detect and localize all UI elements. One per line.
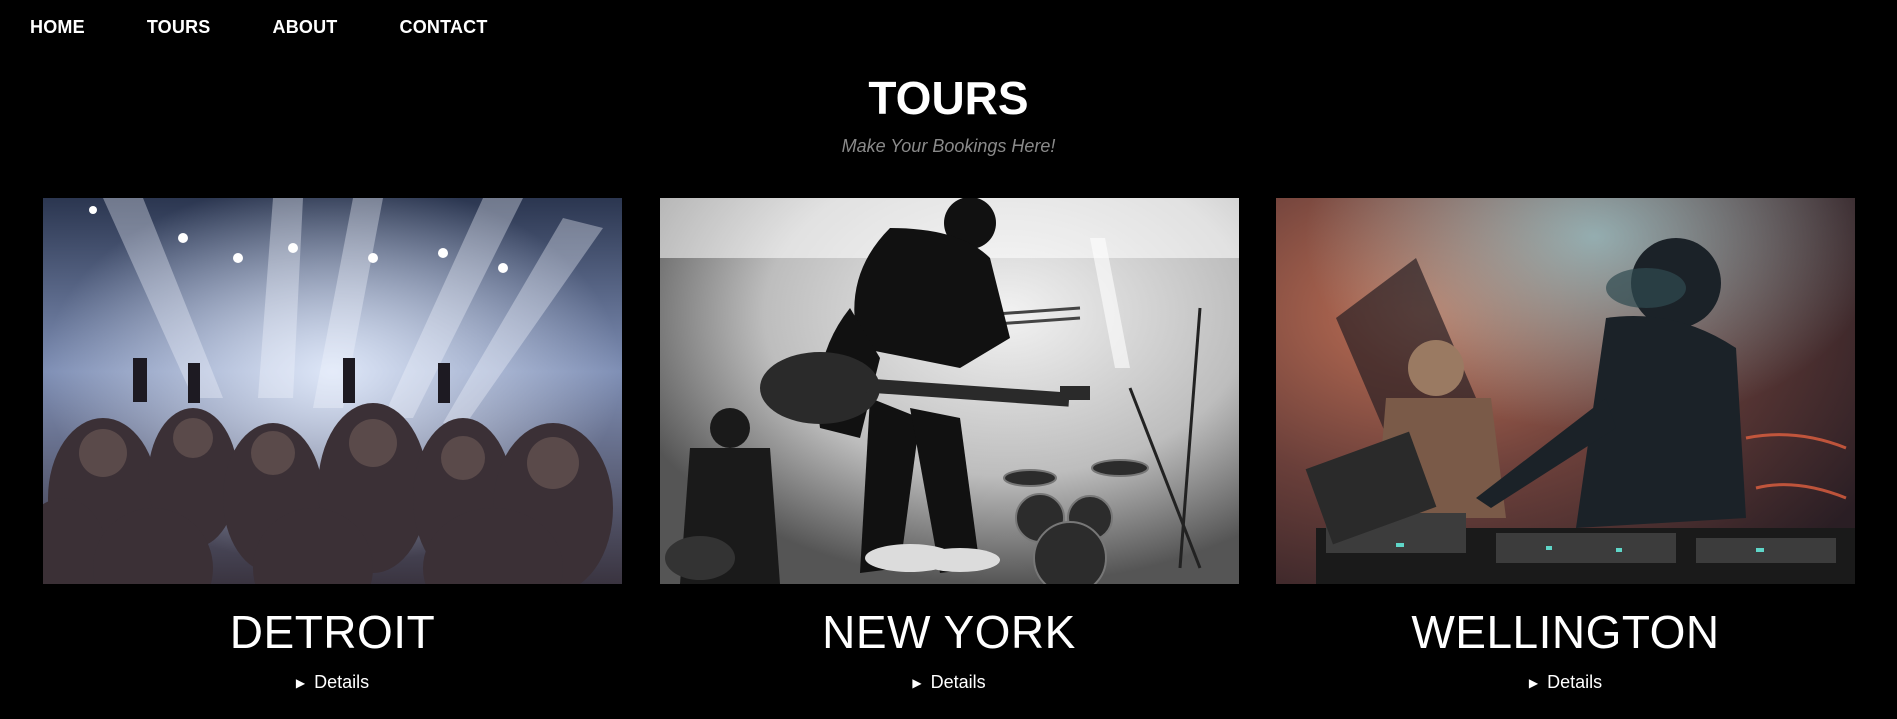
tour-cards: DETROIT ▶ Details NEW YORK ▶ Details WEL…: [43, 198, 1855, 693]
dj-performance-image: [1276, 198, 1855, 584]
details-label: Details: [314, 672, 370, 692]
page: HOME TOURS ABOUT CONTACT TOURS Make Your…: [0, 0, 1897, 719]
tour-city-new-york: NEW YORK: [822, 606, 1076, 658]
tour-card-wellington: WELLINGTON ▶ Details: [1276, 198, 1855, 693]
details-toggle-new-york[interactable]: ▶ Details: [912, 672, 985, 693]
guitarist-stage-image: [659, 198, 1239, 584]
tour-city-wellington: WELLINGTON: [1411, 606, 1720, 658]
tour-card-detroit: DETROIT ▶ Details: [43, 198, 622, 693]
triangle-right-icon: ▶: [295, 675, 306, 690]
top-nav: HOME TOURS ABOUT CONTACT: [0, 0, 550, 54]
triangle-right-icon: ▶: [912, 675, 922, 690]
details-label: Details: [930, 672, 986, 692]
page-subtitle: Make Your Bookings Here!: [841, 136, 1056, 156]
nav-contact-link[interactable]: CONTACT: [400, 17, 488, 38]
tour-card-new-york: NEW YORK ▶ Details: [659, 198, 1239, 693]
triangle-right-icon: ▶: [1528, 675, 1539, 690]
tour-city-detroit: DETROIT: [229, 606, 436, 658]
nav-about-link[interactable]: ABOUT: [273, 17, 338, 38]
nav-tours-link[interactable]: TOURS: [147, 17, 211, 38]
concert-crowd-image: [43, 198, 622, 584]
details-toggle-wellington[interactable]: ▶ Details: [1529, 672, 1602, 693]
details-label: Details: [1547, 672, 1603, 692]
nav-home-link[interactable]: HOME: [30, 17, 85, 38]
page-title: TOURS: [868, 72, 1029, 124]
details-toggle-detroit[interactable]: ▶ Details: [296, 672, 369, 693]
